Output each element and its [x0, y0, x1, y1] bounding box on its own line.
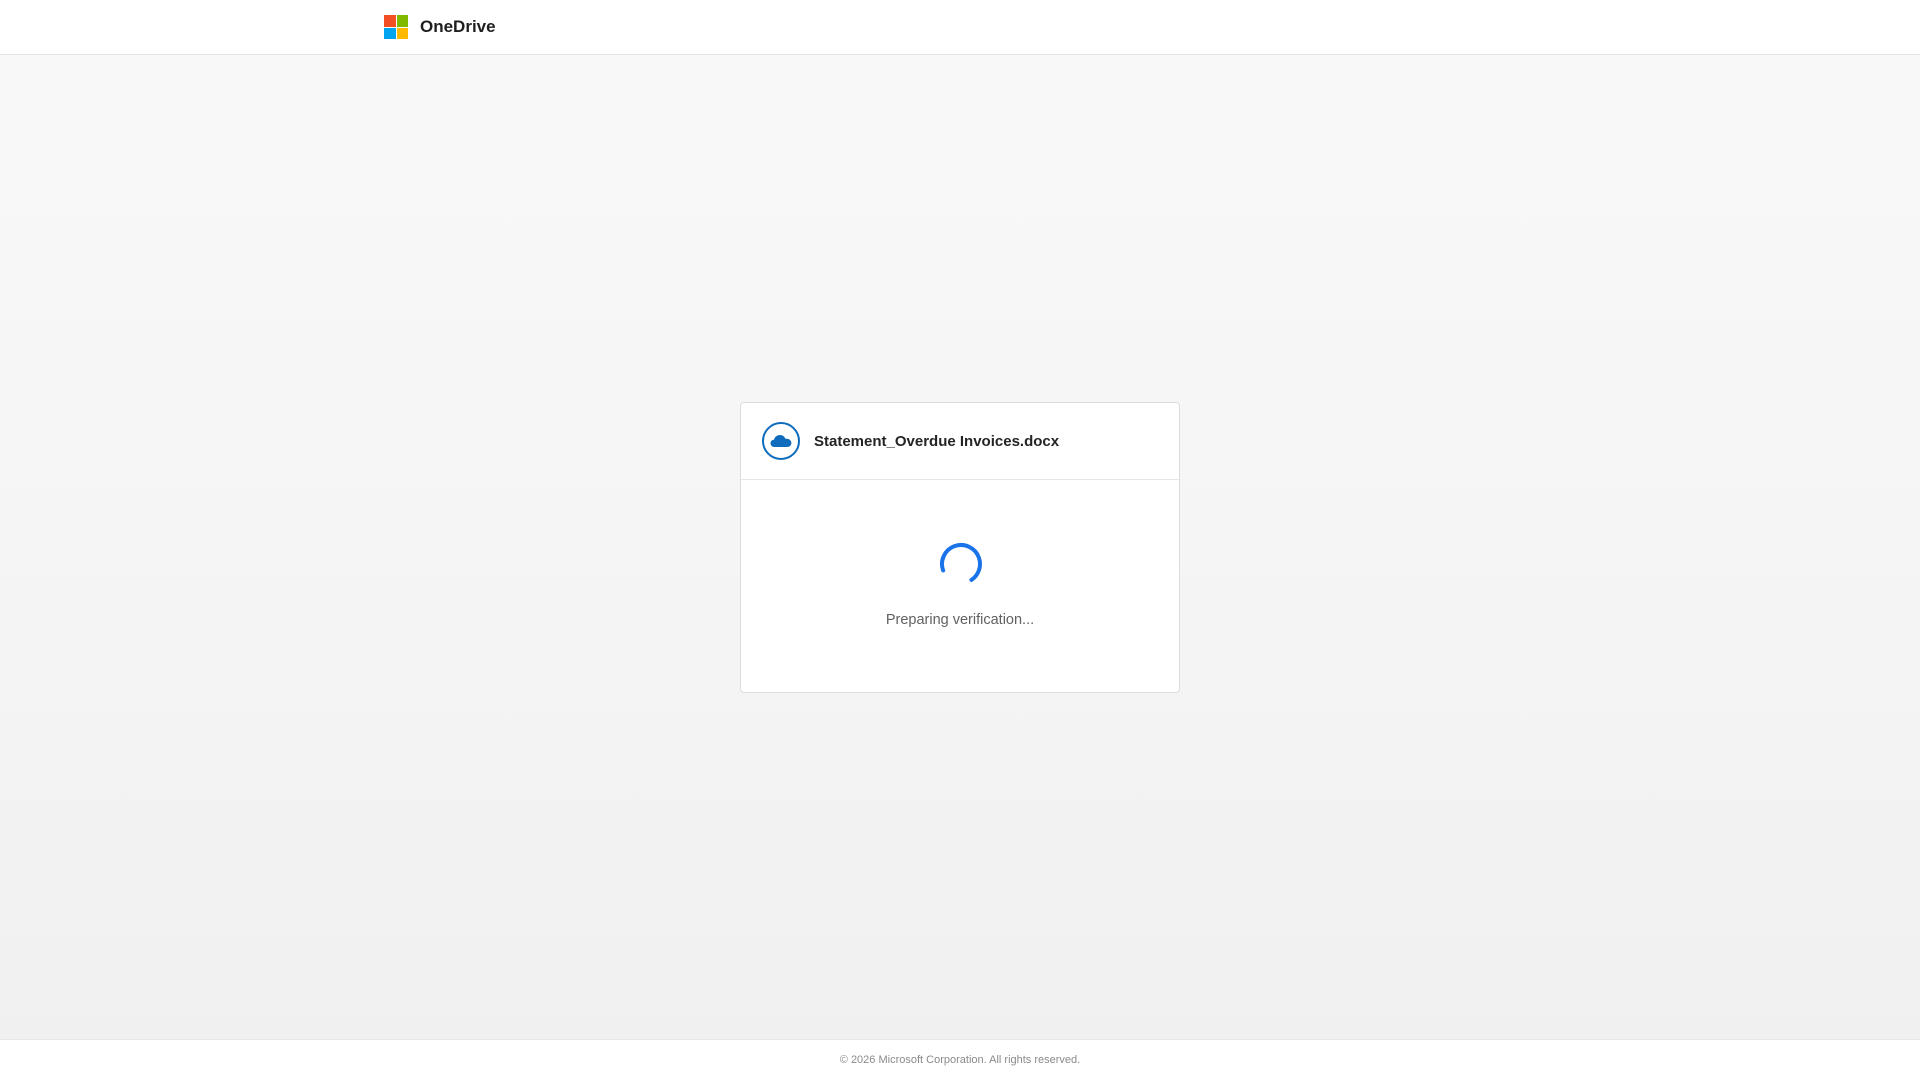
brand-name: OneDrive: [420, 17, 496, 36]
brand[interactable]: OneDrive: [384, 15, 496, 39]
footer: © 2026 Microsoft Corporation. All rights…: [0, 1039, 1920, 1080]
top-header: OneDrive: [0, 0, 1920, 55]
file-card-body: Preparing verification...: [741, 480, 1179, 692]
file-name: Statement_Overdue Invoices.docx: [814, 432, 1060, 450]
status-text: Preparing verification...: [885, 612, 1035, 628]
microsoft-logo-icon: [384, 15, 408, 39]
copyright-text: © 2026 Microsoft Corporation. All rights…: [839, 1054, 1081, 1066]
loading-spinner-icon: [939, 542, 983, 586]
file-card-header: Statement_Overdue Invoices.docx: [741, 403, 1179, 480]
onedrive-cloud-icon: [762, 422, 800, 460]
file-card: Statement_Overdue Invoices.docx Preparin…: [740, 402, 1180, 693]
